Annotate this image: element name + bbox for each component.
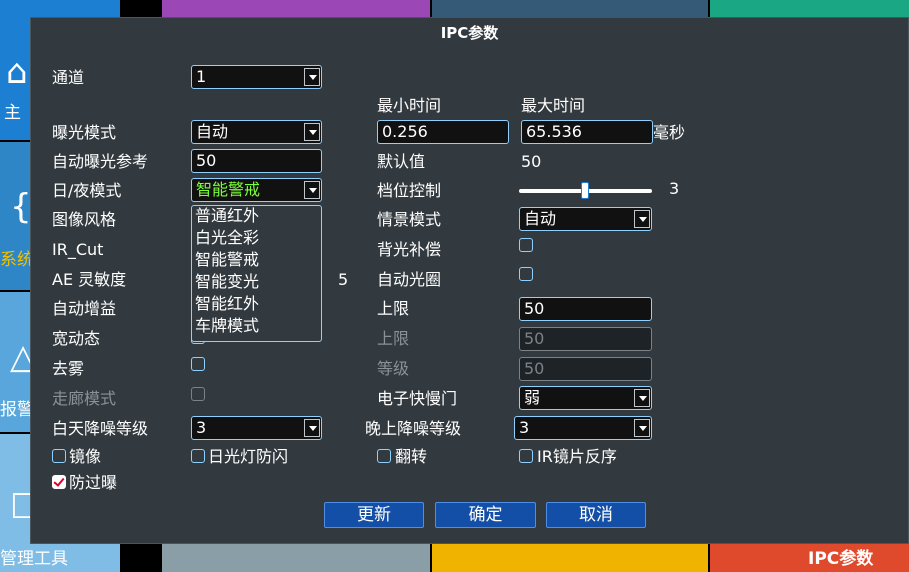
auto-gain-label: 自动增益 [52,299,117,318]
gear-control-label: 档位控制 [377,181,442,200]
corridor-mode-checkbox[interactable] [191,387,205,401]
ok-button[interactable]: 确定 [435,502,536,528]
corridor-mode-label: 走廊模式 [52,389,117,408]
dropdown-option[interactable]: 智能红外 [195,295,259,313]
defog-label: 去雾 [52,359,85,378]
electronic-shutter-select[interactable]: 弱 [519,386,652,410]
gear-control-value: 3 [669,179,680,198]
chevron-down-icon [304,419,320,437]
defog-level-label: 等级 [377,359,410,378]
channel-select[interactable]: 1 [191,65,322,89]
wdr-upper-limit-input[interactable]: 50 [519,327,652,351]
dropdown-option[interactable]: 车牌模式 [195,317,259,335]
cancel-button[interactable]: 取消 [546,502,646,528]
night-nr-value: 3 [519,418,530,437]
ir-cut-label: IR_Cut [52,240,104,259]
day-nr-select[interactable]: 3 [191,416,322,440]
min-time-input[interactable]: 0.256 [377,120,509,144]
dialog-title: IPC参数 [440,24,499,42]
chevron-down-icon [634,210,650,228]
day-night-mode-dropdown: 普通红外 白光全彩 智能警戒 智能变光 智能红外 车牌模式 [191,205,322,342]
night-nr-select[interactable]: 3 [514,416,652,440]
auto-exposure-ref-label: 自动曝光参考 [52,152,149,171]
exposure-mode-value: 自动 [196,122,229,141]
auto-exposure-ref-input[interactable]: 50 [191,149,322,173]
night-nr-label: 晚上降噪等级 [365,419,462,438]
day-night-mode-label: 日/夜模式 [52,181,122,200]
gear-control-slider-thumb[interactable] [581,182,589,199]
scene-mode-value: 自动 [524,209,557,228]
home-icon: ⌂ [6,52,28,92]
defog-level-input[interactable]: 50 [519,357,652,381]
gear-icon: { [10,187,32,227]
anti-overexposure-label: 防过曝 [69,473,118,492]
unit-ms: 毫秒 [653,123,686,142]
day-night-mode-select[interactable]: 智能警戒 [191,178,322,202]
ipc-params-dialog: IPC参数 通道 1 最小时间 最大时间 曝光模式 自动 0.256 65.53… [30,17,909,544]
flip-checkbox[interactable] [377,449,391,463]
wdr-upper-limit-label: 上限 [377,329,410,348]
ae-sensitivity-value: 5 [338,270,349,289]
channel-label: 通道 [52,68,85,87]
tile-main-label: 主 [4,103,21,123]
electronic-shutter-value: 弱 [524,388,541,407]
max-time-header: 最大时间 [521,96,586,115]
defog-checkbox[interactable] [191,357,205,371]
menu-tile-bottom-gray[interactable] [162,542,430,572]
day-nr-value: 3 [196,418,207,437]
exposure-mode-select[interactable]: 自动 [191,120,322,144]
dropdown-option[interactable]: 智能变光 [195,273,259,291]
dropdown-option[interactable]: 白光全彩 [195,229,259,247]
backlight-comp-checkbox[interactable] [519,238,533,252]
ir-reverse-label: IR镜片反序 [537,447,617,466]
mirror-label: 镜像 [69,447,102,466]
chevron-down-icon [634,419,650,437]
auto-iris-checkbox[interactable] [519,267,533,281]
refresh-button[interactable]: 更新 [324,502,424,528]
chevron-down-icon [304,181,320,199]
min-time-header: 最小时间 [377,96,442,115]
image-style-label: 图像风格 [52,210,117,229]
default-value: 50 [521,152,542,171]
tile-system-label: 系统 [0,250,34,270]
anti-flicker-label: 日光灯防闪 [208,447,289,466]
day-night-mode-value: 智能警戒 [196,180,261,199]
tile-tools-label: 管理工具 [0,549,68,569]
upper-limit-input[interactable]: 50 [519,297,652,321]
anti-flicker-checkbox[interactable] [191,449,205,463]
scene-mode-label: 情景模式 [377,210,442,229]
anti-overexposure-checkbox[interactable] [52,475,66,489]
scene-mode-select[interactable]: 自动 [519,207,652,231]
day-nr-label: 白天降噪等级 [52,419,149,438]
flip-label: 翻转 [395,447,428,466]
menu-tile-bottom-yellow[interactable] [432,542,708,572]
exposure-mode-label: 曝光模式 [52,123,117,142]
ir-reverse-checkbox[interactable] [519,449,533,463]
tile-ipc-label: IPC参数 [808,549,874,569]
max-time-input[interactable]: 65.536 [521,120,653,144]
chevron-down-icon [304,123,320,141]
upper-limit-label: 上限 [377,299,410,318]
ae-sensitivity-label: AE 灵敏度 [52,270,127,289]
chevron-down-icon [634,389,650,407]
dropdown-option[interactable]: 智能警戒 [195,251,259,269]
default-value-label: 默认值 [377,152,426,171]
tile-alarm-label: 报警 [0,400,34,420]
backlight-comp-label: 背光补偿 [377,240,442,259]
auto-iris-label: 自动光圈 [377,270,442,289]
chevron-down-icon [304,68,320,86]
wdr-label: 宽动态 [52,329,101,348]
dropdown-option[interactable]: 普通红外 [195,207,259,225]
channel-value: 1 [196,67,207,86]
mirror-checkbox[interactable] [52,449,66,463]
electronic-shutter-label: 电子快慢门 [377,389,458,408]
